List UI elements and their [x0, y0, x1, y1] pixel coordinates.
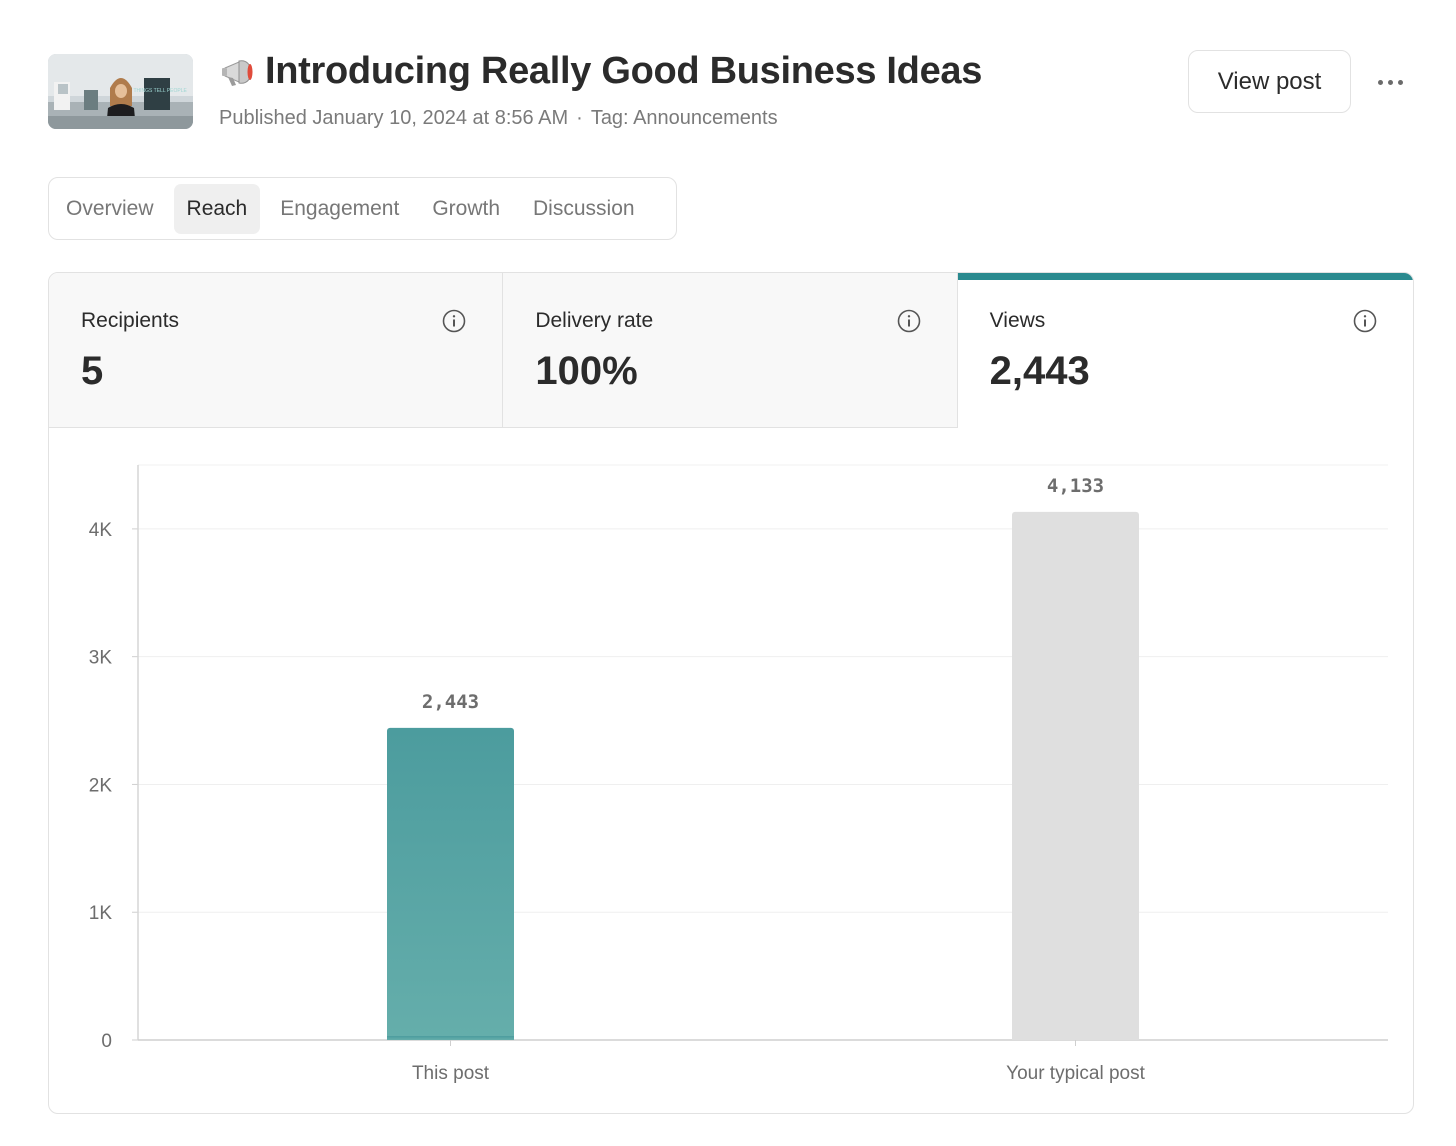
bar-typical-post [1012, 511, 1139, 1041]
stat-delivery-rate[interactable]: Delivery rate 100% [503, 273, 958, 428]
y-tick-label: 0 [101, 1031, 112, 1052]
post-meta: Published January 10, 2024 at 8:56 AM · Ta… [219, 107, 982, 130]
meta-separator: · [576, 107, 583, 129]
post-header: Introducing Really Good Business Ideas P… [219, 50, 982, 130]
stat-recipients[interactable]: Recipients 5 [49, 273, 504, 428]
reach-card: Recipients 5 Delivery rate 100% Views 2,… [48, 272, 1414, 1114]
post-tag[interactable]: Tag: Announcements [591, 107, 778, 129]
tab-reach[interactable]: Reach [173, 183, 261, 234]
info-icon[interactable] [1353, 309, 1377, 333]
post-title: Introducing Really Good Business Ideas [265, 50, 983, 92]
y-tick-label: 3K [89, 648, 113, 669]
bar-value-label: 4,133 [1047, 475, 1104, 497]
analytics-tabs: Overview Reach Engagement Growth Discuss… [48, 177, 677, 240]
stat-value: 100% [535, 349, 638, 393]
stat-label: Views [989, 309, 1046, 332]
info-icon[interactable] [897, 309, 921, 333]
bar-base [387, 1036, 514, 1040]
stat-value: 5 [81, 349, 104, 393]
y-tick-label: 4K [89, 520, 113, 541]
stat-value: 2,443 [989, 349, 1090, 393]
bar-base [1012, 1036, 1139, 1040]
stat-views[interactable]: Views 2,443 [957, 273, 1413, 428]
post-thumbnail: IN THINGS TELL PEOPLE [48, 54, 193, 129]
bar-value-label: 2,443 [422, 691, 479, 713]
thumbnail-sign-text: IN THINGS TELL PEOPLE [127, 88, 187, 94]
x-tick-label: Your typical post [1006, 1063, 1145, 1084]
view-post-button[interactable]: View post [1188, 50, 1351, 113]
x-tick-label: This post [412, 1063, 490, 1084]
y-tick-label: 2K [89, 775, 113, 796]
megaphone-icon [222, 59, 253, 86]
tab-growth[interactable]: Growth [419, 184, 513, 234]
bar-this-post [387, 727, 514, 1040]
stats-row: Recipients 5 Delivery rate 100% Views 2,… [49, 273, 1413, 428]
stat-label: Recipients [81, 309, 180, 332]
info-icon[interactable] [442, 309, 466, 333]
tab-discussion[interactable]: Discussion [520, 184, 648, 234]
stat-label: Delivery rate [535, 309, 654, 332]
page-title: Introducing Really Good Business Ideas [219, 50, 982, 93]
more-options-icon[interactable] [1368, 64, 1412, 100]
tab-engagement[interactable]: Engagement [267, 184, 412, 234]
tab-overview[interactable]: Overview [53, 184, 167, 234]
y-tick-label: 1K [89, 903, 113, 924]
publish-date: Published January 10, 2024 at 8:56 AM [219, 107, 569, 129]
views-bar-chart: 0 1K 2K 3K 4K 2,443 This post 4,133 Your typical… [49, 428, 1413, 1113]
